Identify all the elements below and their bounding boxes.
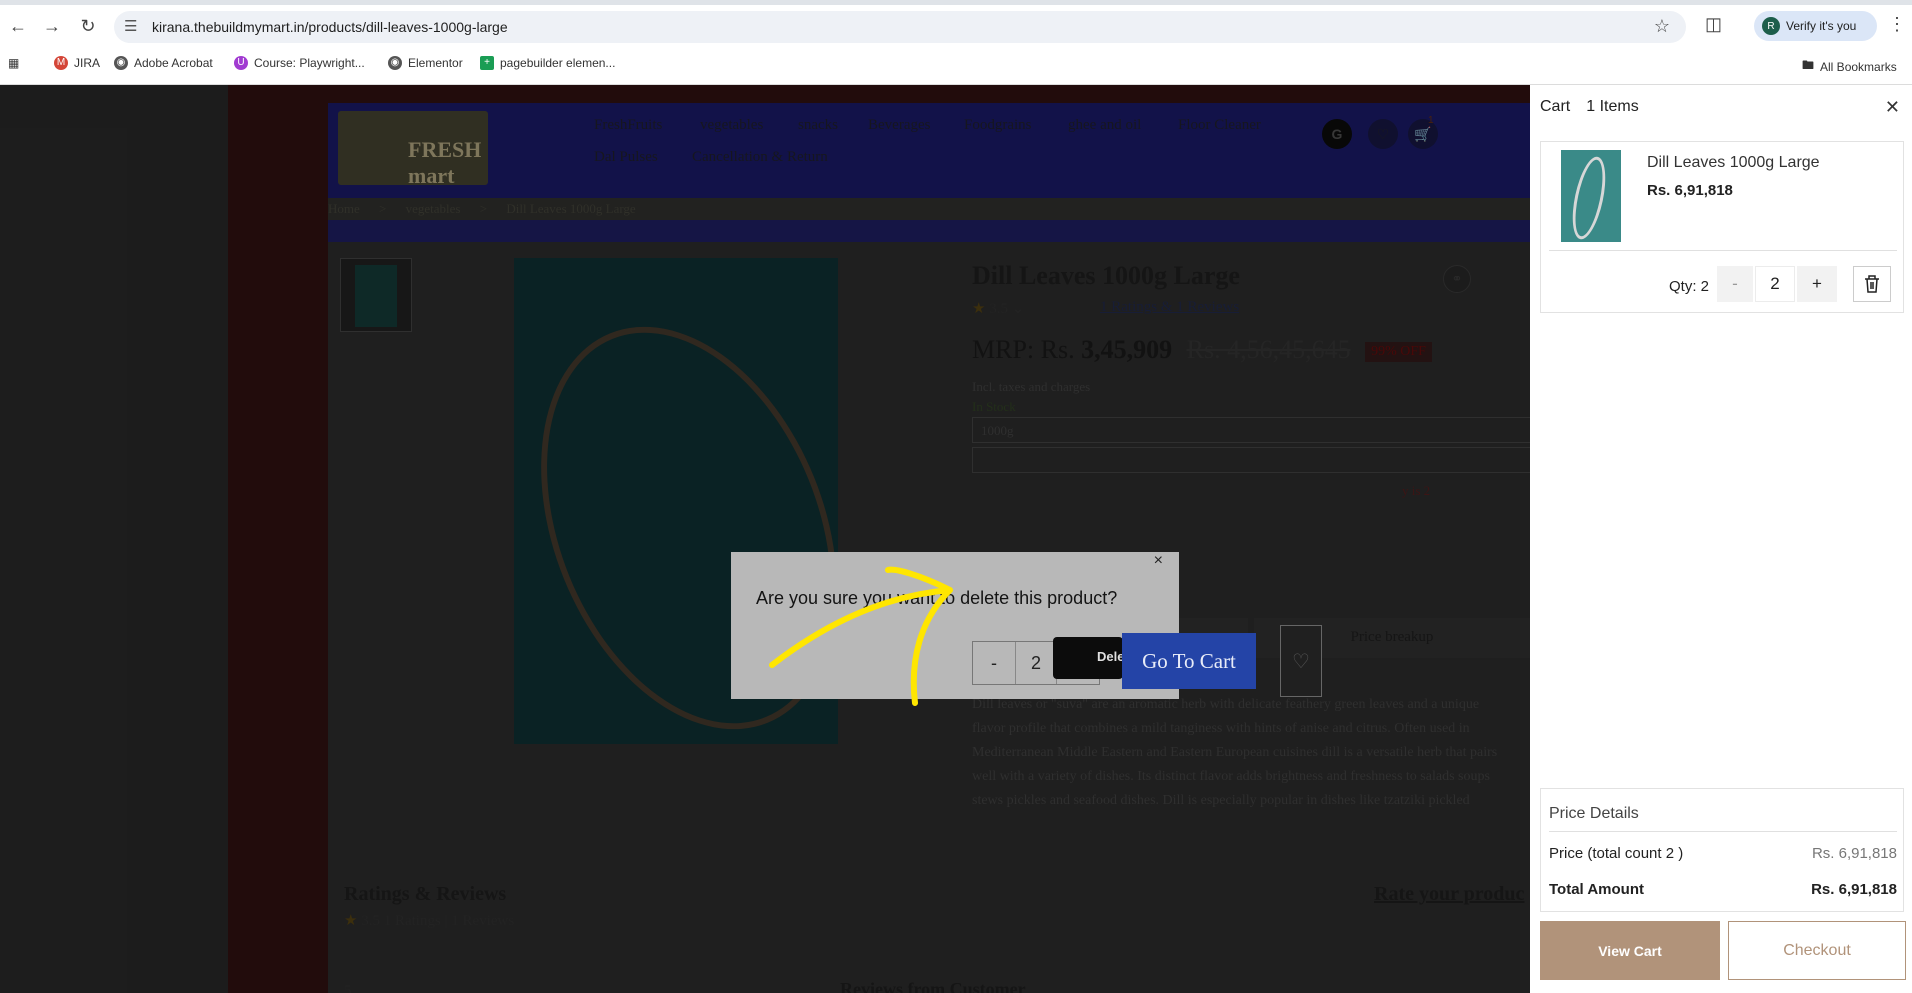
verify-button[interactable]: R Verify it's you <box>1754 11 1877 41</box>
cart-qty-value[interactable]: 2 <box>1755 266 1795 302</box>
price-row-value: Rs. 6,91,818 <box>1811 845 1897 862</box>
cart-drawer: Cart 1 Items ✕ Dill Leaves 1000g Large Rs… <box>1530 85 1912 993</box>
all-bookmarks-label: All Bookmarks <box>1820 59 1897 74</box>
divider <box>1549 250 1897 251</box>
price-row-label: Price (total count 2 ) <box>1549 845 1684 862</box>
bookmark-label: pagebuilder elemen... <box>500 56 616 70</box>
sheets-icon: + <box>480 56 494 70</box>
total-value: Rs. 6,91,818 <box>1811 881 1897 898</box>
modal-overlay[interactable] <box>0 85 1530 993</box>
divider <box>1549 831 1897 832</box>
address-bar[interactable]: ☰ kirana.thebuildmymart.in/products/dill… <box>114 11 1686 43</box>
profile-avatar: R <box>1762 17 1780 35</box>
globe-icon: ◉ <box>114 56 128 70</box>
cart-count: 1 Items <box>1586 98 1639 115</box>
bookmark-label: Elementor <box>408 56 463 70</box>
cart-item-price: Rs. 6,91,818 <box>1647 182 1733 199</box>
url-text: kirana.thebuildmymart.in/products/dill-l… <box>152 19 508 35</box>
extensions-icon[interactable]: ◫ <box>1705 14 1722 35</box>
bookmark-adobe[interactable]: ◉ Adobe Acrobat <box>114 56 213 70</box>
course-icon: U <box>234 56 248 70</box>
bookmark-label: Adobe Acrobat <box>134 56 213 70</box>
total-row: Total Amount Rs. 6,91,818 <box>1549 881 1897 898</box>
apps-grid-icon[interactable]: ▦ <box>8 56 19 70</box>
bookmark-elementor[interactable]: ◉ Elementor <box>388 56 463 70</box>
site-info-icon[interactable]: ☰ <box>124 17 137 35</box>
folder-icon: 🖿 <box>1802 58 1815 72</box>
price-row: Price (total count 2 ) Rs. 6,91,818 <box>1549 845 1897 862</box>
bookmark-course[interactable]: U Course: Playwright... <box>234 56 365 70</box>
trash-icon[interactable] <box>1853 266 1891 302</box>
verify-label: Verify it's you <box>1786 19 1857 33</box>
back-icon[interactable]: ← <box>6 14 30 38</box>
cart-qty-plus-button[interactable]: + <box>1797 266 1837 302</box>
price-details-title: Price Details <box>1549 805 1639 822</box>
cart-qty-minus-button[interactable]: - <box>1717 266 1753 302</box>
trash-svg <box>1865 275 1879 293</box>
bookmark-label: JIRA <box>74 56 101 70</box>
bracelet-image <box>1566 154 1612 242</box>
price-details: Price Details Price (total count 2 ) Rs.… <box>1540 788 1904 912</box>
total-label: Total Amount <box>1549 881 1644 898</box>
globe-icon: ◉ <box>388 56 402 70</box>
close-icon[interactable]: ✕ <box>1885 97 1900 118</box>
gmail-icon: M <box>54 56 68 70</box>
bookmarks-bar: ▦ M JIRA ◉ Adobe Acrobat U Course: Playwrig… <box>0 52 1912 80</box>
cart-item-image[interactable] <box>1561 150 1621 242</box>
go-to-cart-button[interactable]: Go To Cart <box>1122 633 1256 689</box>
menu-kebab-icon[interactable]: ⋮ <box>1888 14 1906 35</box>
qty-value[interactable]: 2 <box>1015 642 1057 684</box>
page-viewport: FRESH mart FreshFruits vegetables snacks… <box>0 85 1530 993</box>
dialog-question: Are you sure you want to delete this pro… <box>756 588 1118 608</box>
qty-minus-button[interactable]: - <box>973 642 1015 684</box>
browser-chrome: ← → ↻ ☰ kirana.thebuildmymart.in/product… <box>0 0 1912 85</box>
all-bookmarks[interactable]: 🖿 All Bookmarks <box>1802 56 1897 77</box>
checkout-button[interactable]: Checkout <box>1728 921 1906 980</box>
forward-icon[interactable]: → <box>40 14 64 38</box>
cart-item: Dill Leaves 1000g Large Rs. 6,91,818 Qty… <box>1540 141 1904 313</box>
tab-strip <box>0 0 1912 5</box>
cart-header: Cart 1 Items <box>1540 98 1639 116</box>
bookmark-pagebuilder[interactable]: + pagebuilder elemen... <box>480 56 615 70</box>
bookmark-label: Course: Playwright... <box>254 56 365 70</box>
reload-icon[interactable]: ↻ <box>76 14 100 38</box>
wishlist-heart-icon[interactable]: ♡ <box>1280 625 1322 697</box>
dialog-close-icon[interactable]: × <box>1154 552 1163 570</box>
view-cart-button[interactable]: View Cart <box>1540 921 1720 980</box>
bookmark-jira[interactable]: M JIRA <box>54 56 100 70</box>
delete-button[interactable]: Dele <box>1053 637 1123 679</box>
bookmark-star-icon[interactable]: ☆ <box>1654 16 1670 37</box>
cart-qty-label: Qty: 2 <box>1669 278 1710 295</box>
cart-title: Cart <box>1540 98 1571 115</box>
cart-item-name[interactable]: Dill Leaves 1000g Large <box>1647 154 1820 172</box>
